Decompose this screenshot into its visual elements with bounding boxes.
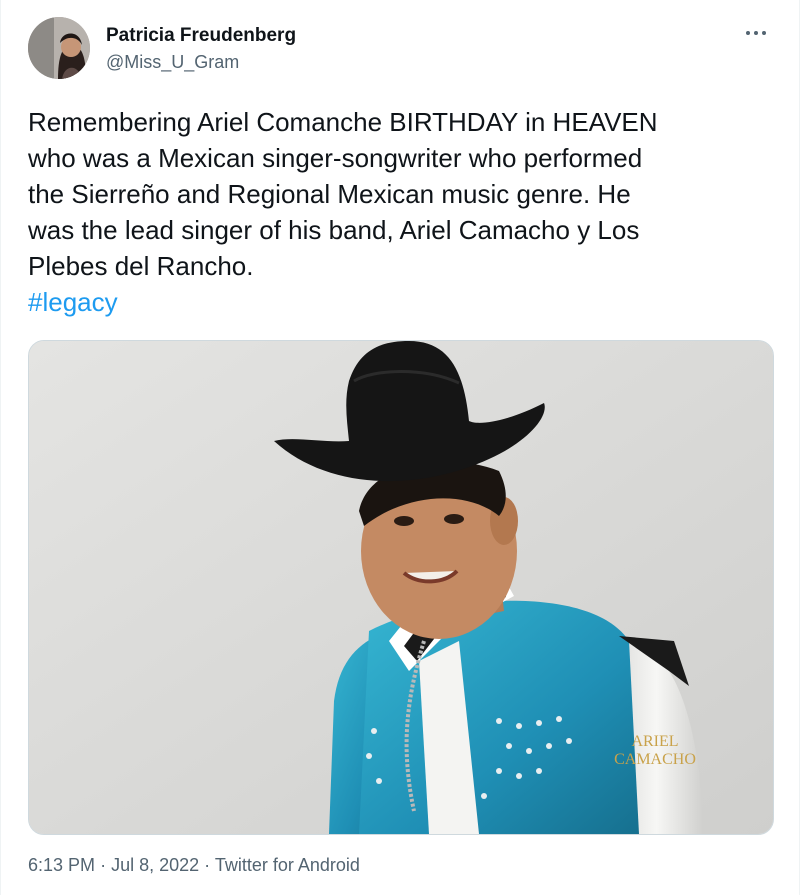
- tweet-text-line: Plebes del Rancho.: [28, 251, 254, 281]
- avatar-photo: [28, 17, 90, 79]
- tweet-date[interactable]: Jul 8, 2022: [111, 855, 199, 875]
- author-block: Patricia Freudenberg @Miss_U_Gram: [106, 24, 296, 74]
- tweet-card: Patricia Freudenberg @Miss_U_Gram Rememb…: [0, 0, 800, 895]
- author-avatar[interactable]: [28, 17, 90, 79]
- author-name[interactable]: Patricia Freudenberg: [106, 24, 296, 48]
- jacket-print-line2: CAMACHO: [614, 751, 696, 768]
- ellipsis-dot: [754, 31, 758, 35]
- ellipsis-dot: [746, 31, 750, 35]
- ellipsis-dot: [762, 31, 766, 35]
- tweet-text-line: Remembering Ariel Comanche BIRTHDAY in H…: [28, 107, 658, 137]
- tweet-text-line: the Sierreño and Regional Mexican music …: [28, 179, 631, 209]
- meta-separator: ·: [204, 855, 211, 875]
- tweet-time[interactable]: 6:13 PM: [28, 855, 95, 875]
- author-handle[interactable]: @Miss_U_Gram: [106, 50, 296, 74]
- tweet-media-photo[interactable]: ARIEL CAMACHO: [28, 340, 774, 835]
- tweet-text-line: who was a Mexican singer-songwriter who …: [28, 143, 643, 173]
- tweet-meta: 6:13 PM · Jul 8, 2022 · Twitter for Andr…: [28, 853, 360, 877]
- tweet-text-line: was the lead singer of his band, Ariel C…: [28, 215, 640, 245]
- tweet-source[interactable]: Twitter for Android: [215, 855, 360, 875]
- ellipsis-icon[interactable]: [741, 22, 771, 44]
- jacket-print-line1: ARIEL: [631, 733, 678, 750]
- tweet-text: Remembering Ariel Comanche BIRTHDAY in H…: [28, 104, 778, 320]
- meta-separator: ·: [100, 855, 107, 875]
- hashtag-link[interactable]: #legacy: [28, 287, 118, 317]
- singer-photo: ARIEL CAMACHO: [29, 341, 773, 834]
